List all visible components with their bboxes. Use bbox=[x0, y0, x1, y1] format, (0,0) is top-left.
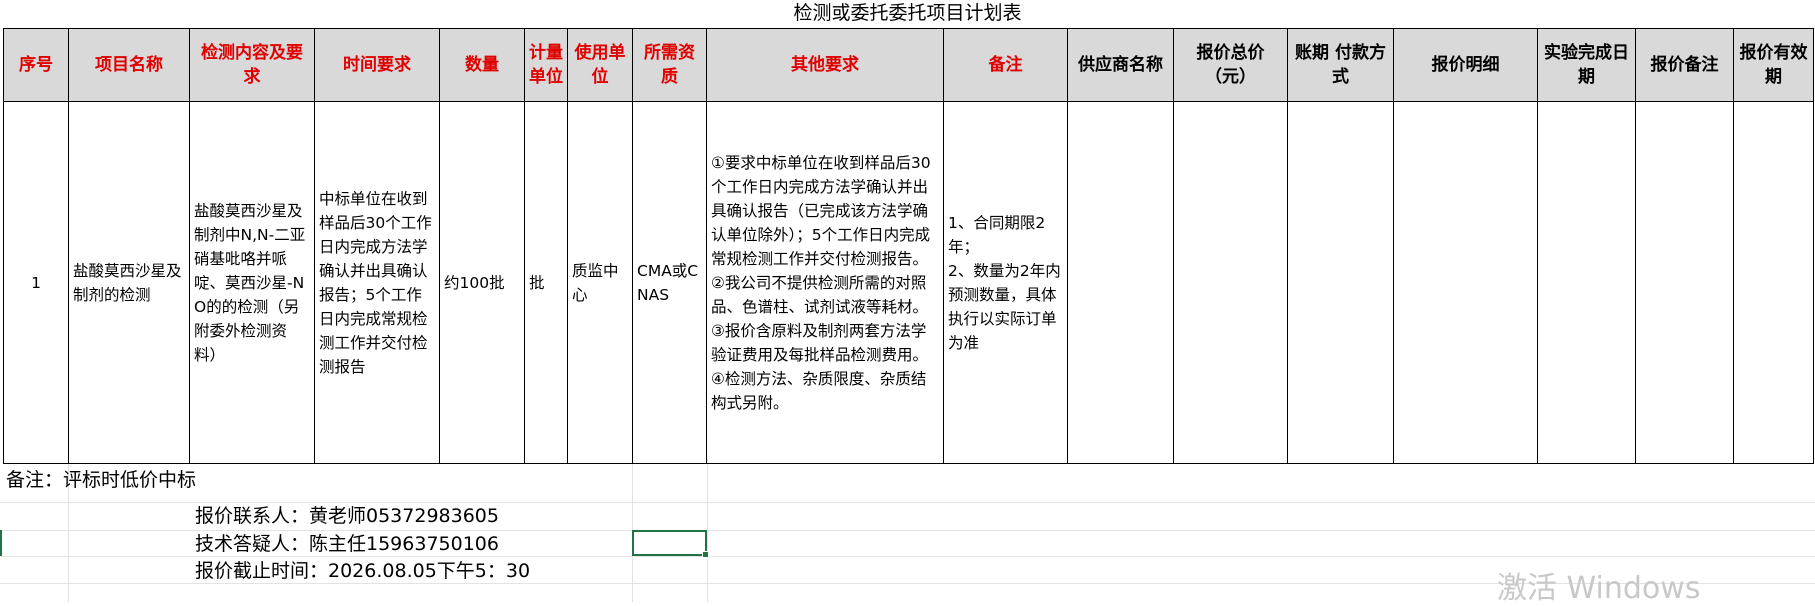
selected-cell[interactable] bbox=[632, 530, 709, 558]
header-quote-total[interactable]: 报价总价（元） bbox=[1173, 28, 1288, 102]
active-row-marker bbox=[0, 530, 2, 556]
header-seq[interactable]: 序号 bbox=[3, 28, 69, 102]
spreadsheet-sheet: 检测或委托委托项目计划表 序号 项目名称 检测内容及要求 时间要求 数量 计量单… bbox=[0, 0, 1815, 606]
cell-content[interactable]: 盐酸莫西沙星及制剂中N,N-二亚硝基吡咯并哌啶、莫西沙星-NO的的检测（另附委外… bbox=[189, 101, 315, 464]
table-row: 1 盐酸莫西沙星及制剂的检测 盐酸莫西沙星及制剂中N,N-二亚硝基吡咯并哌啶、莫… bbox=[3, 101, 1814, 464]
cell-unit[interactable]: 批 bbox=[524, 101, 568, 464]
cell-other-requirements[interactable]: ①要求中标单位在收到样品后30个工作日内完成方法学确认并出具确认报告（已完成该方… bbox=[706, 101, 944, 464]
quote-deadline[interactable]: 报价截止时间：2026.08.05下午5：30 bbox=[195, 558, 530, 584]
header-user-dept[interactable]: 使用单位 bbox=[567, 28, 633, 102]
header-supplier-name[interactable]: 供应商名称 bbox=[1067, 28, 1174, 102]
cell-supplier-name[interactable] bbox=[1067, 101, 1174, 464]
header-remarks[interactable]: 备注 bbox=[943, 28, 1068, 102]
plan-table: 序号 项目名称 检测内容及要求 时间要求 数量 计量单位 使用单位 所需资质 其… bbox=[3, 28, 1814, 464]
header-quote-remark[interactable]: 报价备注 bbox=[1635, 28, 1734, 102]
cell-quote-total[interactable] bbox=[1173, 101, 1288, 464]
cell-user-dept[interactable]: 质监中心 bbox=[567, 101, 633, 464]
header-payment-terms[interactable]: 账期 付款方式 bbox=[1287, 28, 1394, 102]
requirement-4: ④检测方法、杂质限度、杂质结构式另附。 bbox=[711, 369, 927, 412]
header-other-requirements[interactable]: 其他要求 bbox=[706, 28, 944, 102]
sheet-title[interactable]: 检测或委托委托项目计划表 bbox=[0, 0, 1815, 28]
cell-qualification[interactable]: CMA或CNAS bbox=[632, 101, 707, 464]
header-quote-validity[interactable]: 报价有效期 bbox=[1733, 28, 1814, 102]
cell-completion-date[interactable] bbox=[1537, 101, 1636, 464]
requirement-1: ①要求中标单位在收到样品后30个工作日内完成方法学确认并出具确认报告（已完成该方… bbox=[711, 153, 931, 268]
cell-project-name[interactable]: 盐酸莫西沙星及制剂的检测 bbox=[68, 101, 190, 464]
cell-quantity[interactable]: 约100批 bbox=[439, 101, 525, 464]
cell-remarks[interactable]: 1、合同期限2年； 2、数量为2年内预测数量，具体执行以实际订单为准 bbox=[943, 101, 1068, 464]
header-quantity[interactable]: 数量 bbox=[439, 28, 525, 102]
cell-seq[interactable]: 1 bbox=[3, 101, 69, 464]
remark-1: 1、合同期限2年； bbox=[948, 213, 1046, 256]
technical-contact[interactable]: 技术答疑人：陈主任15963750106 bbox=[195, 531, 499, 557]
quote-contact[interactable]: 报价联系人：黄老师05372983605 bbox=[195, 503, 499, 529]
cell-quote-remark[interactable] bbox=[1635, 101, 1734, 464]
header-time-requirement[interactable]: 时间要求 bbox=[314, 28, 440, 102]
header-quote-detail[interactable]: 报价明细 bbox=[1393, 28, 1538, 102]
cell-payment-terms[interactable] bbox=[1287, 101, 1394, 464]
header-completion-date[interactable]: 实验完成日期 bbox=[1537, 28, 1636, 102]
remark-2: 2、数量为2年内预测数量，具体执行以实际订单为准 bbox=[948, 261, 1061, 352]
activation-watermark: 激活 Windows bbox=[1497, 571, 1701, 606]
header-unit[interactable]: 计量单位 bbox=[524, 28, 568, 102]
header-project-name[interactable]: 项目名称 bbox=[68, 28, 190, 102]
header-row: 序号 项目名称 检测内容及要求 时间要求 数量 计量单位 使用单位 所需资质 其… bbox=[3, 28, 1814, 102]
bid-note[interactable]: 备注：评标时低价中标 bbox=[6, 467, 196, 493]
requirement-2: ②我公司不提供检测所需的对照品、色谱柱、试剂试液等耗材。 bbox=[711, 273, 929, 316]
cell-quote-detail[interactable] bbox=[1393, 101, 1538, 464]
requirement-3: ③报价含原料及制剂两套方法学验证费用及每批样品检测费用。 bbox=[711, 321, 929, 364]
header-content[interactable]: 检测内容及要求 bbox=[189, 28, 315, 102]
header-qualification[interactable]: 所需资质 bbox=[632, 28, 707, 102]
cell-quote-validity[interactable] bbox=[1733, 101, 1814, 464]
cell-time-requirement[interactable]: 中标单位在收到样品后30个工作日内完成方法学确认并出具确认报告；5个工作日内完成… bbox=[314, 101, 440, 464]
